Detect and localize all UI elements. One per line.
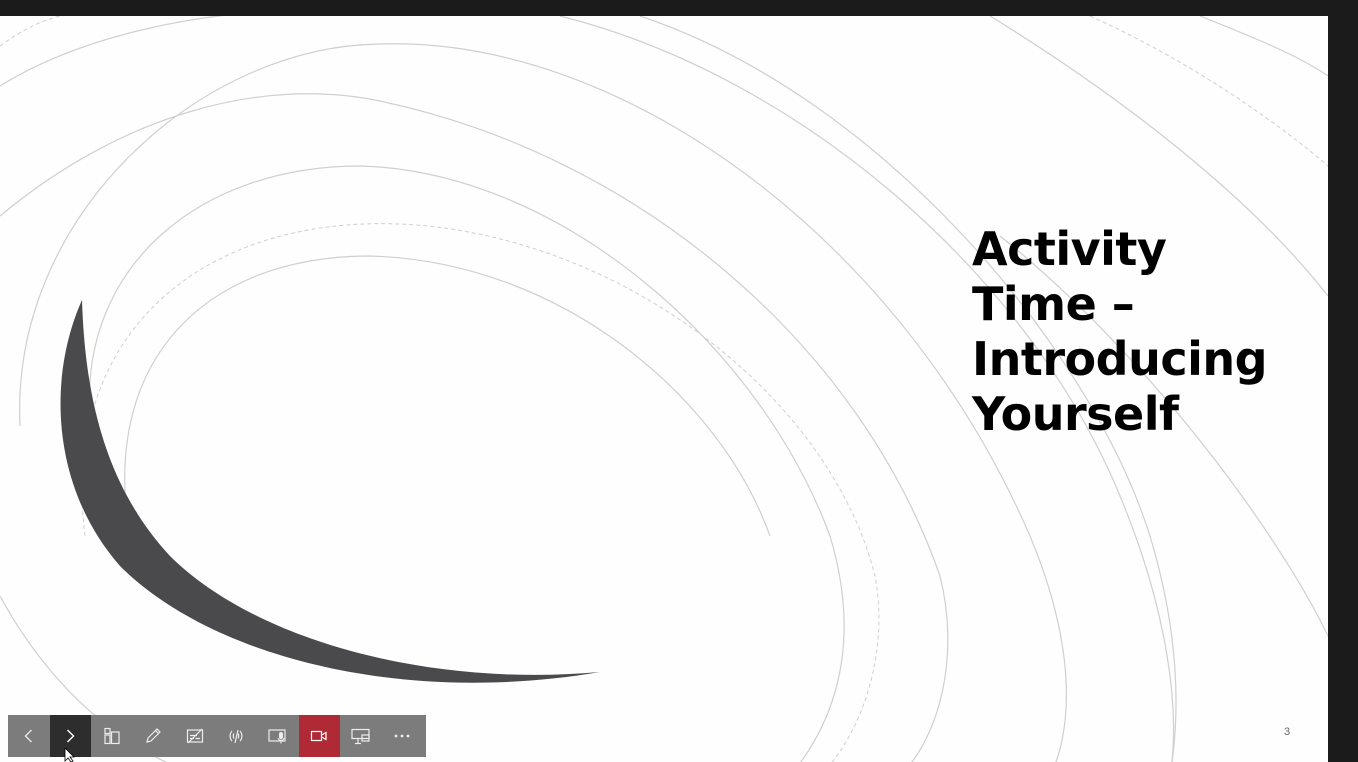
subtitles-off-icon	[186, 728, 203, 744]
live-broadcast-button[interactable]	[216, 715, 258, 757]
pen-icon	[146, 728, 162, 743]
slides-grid-icon	[104, 727, 120, 745]
pen-tool-button[interactable]	[133, 715, 175, 757]
slide-title-line: Yourself	[972, 387, 1179, 441]
previous-slide-button[interactable]	[8, 715, 50, 757]
dashed-contour	[0, 16, 61, 47]
microphone-button[interactable]	[257, 715, 299, 757]
dashed-contour	[1089, 16, 1328, 167]
slide-title-line: Time –	[972, 277, 1135, 331]
more-options-button[interactable]	[382, 715, 424, 757]
dark-swoosh-shape	[60, 300, 601, 683]
contour-line	[124, 255, 771, 537]
see-all-slides-button[interactable]	[91, 715, 133, 757]
contour-line	[1199, 16, 1328, 77]
subtitles-button[interactable]	[174, 715, 216, 757]
video-camera-icon	[311, 730, 327, 742]
chevron-left-icon	[24, 729, 32, 743]
contour-line	[0, 93, 949, 762]
slide-title: Activity Time – Introducing Yourself	[972, 222, 1312, 442]
camera-button[interactable]	[298, 715, 340, 757]
window-right-bar	[1328, 0, 1358, 762]
presenter-view-button[interactable]	[340, 715, 382, 757]
broadcast-icon	[229, 729, 243, 744]
contour-line	[19, 43, 1067, 762]
contour-line	[0, 16, 226, 87]
slide-title-line: Introducing	[972, 332, 1268, 386]
mouse-cursor-icon	[64, 748, 75, 762]
window-top-bar	[0, 0, 1358, 16]
slide-title-line: Activity	[972, 222, 1167, 276]
presenter-icon	[351, 728, 370, 745]
mic-icon	[268, 729, 286, 744]
slide-canvas: Activity Time – Introducing Yourself 3	[0, 16, 1328, 762]
chevron-right-icon	[67, 729, 75, 743]
more-icon	[394, 734, 410, 738]
slide-number: 3	[1284, 726, 1291, 738]
